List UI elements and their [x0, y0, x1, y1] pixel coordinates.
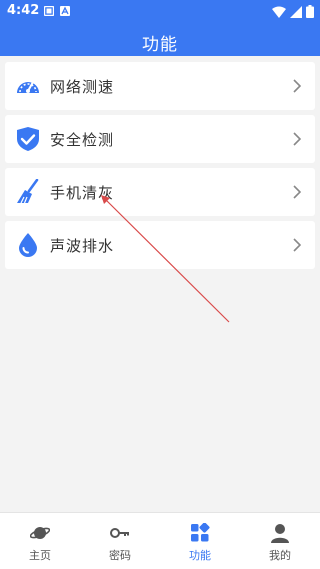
- nav-label: 我的: [269, 549, 291, 562]
- feature-label: 网络测速: [50, 78, 115, 96]
- water-drop-icon: [19, 233, 37, 257]
- battery-icon: [306, 5, 314, 18]
- app-header: 功能: [0, 24, 320, 56]
- notification-box-icon: [44, 6, 54, 16]
- wifi-icon: [272, 6, 286, 18]
- broom-icon: [17, 179, 39, 204]
- chevron-right-icon: [293, 238, 301, 252]
- chevron-right-icon: [293, 185, 301, 199]
- planet-icon: [30, 527, 50, 539]
- feature-label: 安全检测: [50, 131, 115, 149]
- signal-icon: [290, 5, 302, 18]
- chevron-right-icon: [293, 132, 301, 146]
- feature-item-network-speed[interactable]: 网络测速: [5, 62, 315, 110]
- notification-a-icon: [60, 6, 70, 16]
- status-system-icons: [272, 5, 314, 18]
- chevron-right-icon: [293, 79, 301, 93]
- feature-item-phone-dust-clean[interactable]: 手机清灰: [5, 168, 315, 216]
- nav-item-profile[interactable]: 我的: [240, 513, 320, 569]
- feature-label: 声波排水: [50, 237, 115, 255]
- nav-label: 功能: [189, 549, 211, 562]
- nav-item-features[interactable]: 功能: [160, 513, 240, 569]
- user-icon: [271, 524, 289, 543]
- feature-label: 手机清灰: [50, 184, 115, 202]
- key-icon: [110, 528, 129, 538]
- feature-item-security-check[interactable]: 安全检测: [5, 115, 315, 163]
- status-notification-icons: [44, 6, 70, 16]
- status-bar: 4:42: [0, 0, 320, 24]
- nav-item-password[interactable]: 密码: [80, 513, 160, 569]
- nav-label: 密码: [109, 549, 131, 562]
- speedometer-icon: [17, 81, 39, 93]
- nav-label: 主页: [29, 549, 51, 562]
- nav-item-home[interactable]: 主页: [0, 513, 80, 569]
- status-time: 4:42: [7, 3, 40, 18]
- shield-check-icon: [17, 127, 39, 151]
- feature-item-sonic-drain[interactable]: 声波排水: [5, 221, 315, 269]
- bottom-nav: 主页 密码 功能 我的: [0, 512, 320, 569]
- page-title: 功能: [142, 35, 178, 55]
- grid-icon: [191, 523, 210, 542]
